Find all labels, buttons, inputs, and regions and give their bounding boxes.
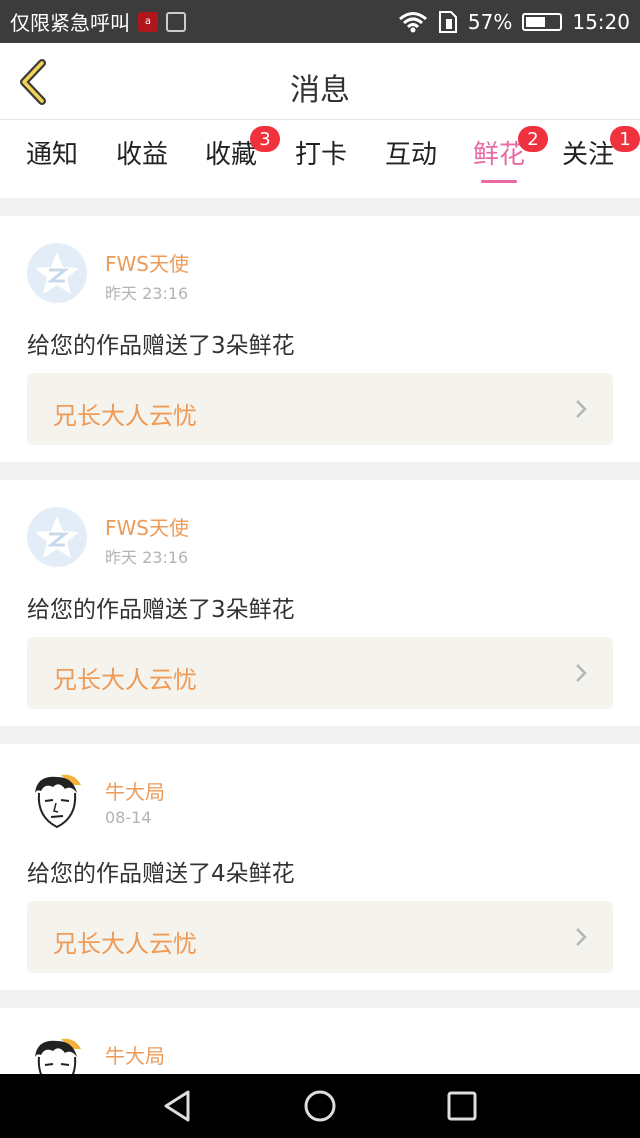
home-circle-icon[interactable] (302, 1088, 338, 1124)
cartoon-face-avatar[interactable] (27, 771, 87, 831)
work-link[interactable]: 兄长大人云忧 (27, 637, 613, 709)
status-bar: 仅限紧急呼叫 a 57% 15:20 (0, 0, 640, 43)
work-title: 兄长大人云忧 (53, 930, 197, 958)
clock: 15:20 (572, 9, 630, 34)
qzone-star-icon (27, 243, 87, 303)
message-card: 牛大局 (0, 1008, 640, 1074)
tab-label: 互动 (385, 140, 438, 170)
work-link[interactable]: 兄长大人云忧 (27, 373, 613, 445)
carrier-text: 仅限紧急呼叫 (10, 11, 130, 35)
work-title: 兄长大人云忧 (53, 402, 197, 430)
recents-square-icon[interactable] (444, 1088, 480, 1124)
badge-count: 3 (250, 126, 280, 152)
wifi-icon (398, 11, 427, 32)
battery-percent: 57% (467, 9, 513, 34)
qzone-star-icon (27, 507, 87, 567)
message-text: 给您的作品赠送了3朵鲜花 (27, 333, 295, 359)
status-left: 仅限紧急呼叫 a (10, 7, 186, 36)
badge-count: 1 (610, 126, 640, 152)
tab-checkin[interactable]: 打卡 (295, 134, 347, 171)
tab-label: 收藏 (205, 140, 258, 170)
message-card: FWS天使 昨天 23:16 给您的作品赠送了3朵鲜花 兄长大人云忧 (0, 480, 640, 726)
image-notification-icon (166, 11, 186, 32)
chevron-right-icon (576, 664, 587, 682)
tab-interaction[interactable]: 互动 (385, 134, 437, 171)
sim-icon (438, 10, 457, 33)
app-notification-icon: a (138, 11, 158, 32)
tab-income[interactable]: 收益 (116, 134, 168, 171)
battery-icon (522, 12, 563, 31)
tab-label: 通知 (26, 140, 79, 170)
qzone-star-avatar[interactable] (27, 243, 87, 303)
header: 消息 (0, 43, 640, 120)
work-link[interactable]: 兄长大人云忧 (27, 901, 613, 973)
back-triangle-icon[interactable] (160, 1088, 196, 1124)
message-text: 给您的作品赠送了4朵鲜花 (27, 861, 295, 887)
active-tab-indicator (481, 180, 517, 183)
system-nav-bar (0, 1074, 640, 1138)
cartoon-face-avatar[interactable] (27, 1035, 87, 1074)
tab-flowers[interactable]: 鲜花 2 (473, 126, 548, 183)
tab-follow[interactable]: 关注 1 (562, 126, 640, 171)
tab-label: 打卡 (295, 140, 348, 170)
status-right: 57% 15:20 (398, 10, 630, 34)
tab-label: 关注 (562, 140, 615, 170)
message-time: 昨天 23:16 (105, 548, 189, 567)
chevron-right-icon (576, 928, 587, 946)
cartoon-face-icon (27, 771, 87, 831)
message-card: FWS天使 昨天 23:16 给您的作品赠送了3朵鲜花 兄长大人云忧 (0, 216, 640, 462)
tab-label: 鲜花 (473, 140, 526, 170)
cartoon-face-icon (27, 1035, 87, 1074)
tab-notice[interactable]: 通知 (26, 134, 78, 171)
message-card: 牛大局 08-14 给您的作品赠送了4朵鲜花 兄长大人云忧 (0, 744, 640, 990)
sender-name[interactable]: 牛大局 (105, 776, 165, 805)
sender-name[interactable]: FWS天使 (105, 512, 189, 541)
page-title: 消息 (290, 73, 350, 108)
message-time: 昨天 23:16 (105, 284, 189, 303)
tab-bar: 通知 收益 收藏 3 打卡 互动 鲜花 2 关注 1 (0, 120, 640, 198)
sender-name[interactable]: FWS天使 (105, 248, 189, 277)
badge-count: 2 (518, 126, 548, 152)
tab-favorites[interactable]: 收藏 3 (205, 126, 280, 171)
message-text: 给您的作品赠送了3朵鲜花 (27, 597, 295, 623)
message-time: 08-14 (105, 808, 152, 827)
battery-fill (526, 16, 545, 27)
tab-label: 收益 (116, 140, 169, 170)
work-title: 兄长大人云忧 (53, 666, 197, 694)
qzone-star-avatar[interactable] (27, 507, 87, 567)
app-notification-icon-text: a (144, 16, 152, 27)
sender-name[interactable]: 牛大局 (105, 1040, 165, 1069)
chevron-right-icon (576, 400, 587, 418)
